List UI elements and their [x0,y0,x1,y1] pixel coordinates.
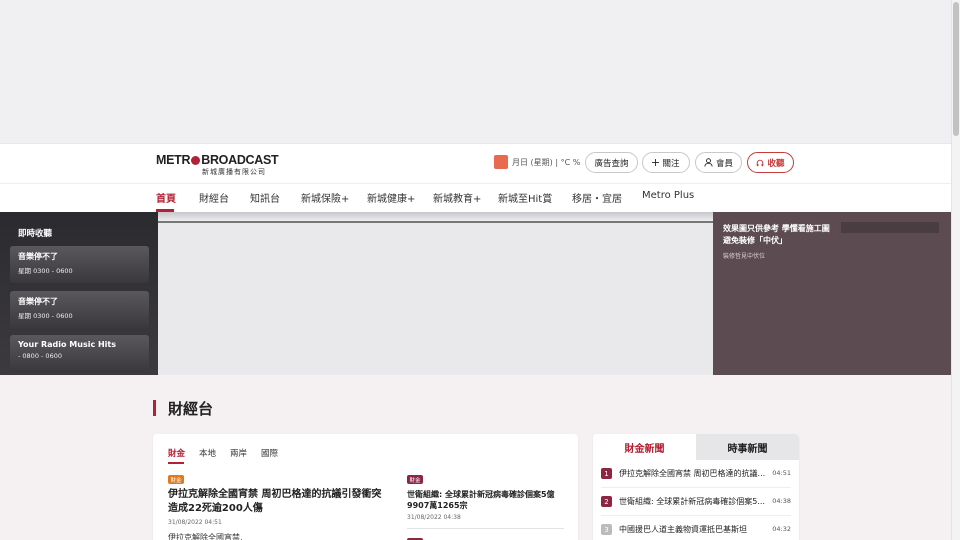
main-story-excerpt: 伊拉克解除全國宵禁, [168,533,243,540]
logo-o-icon [191,156,201,165]
program-title: 音樂停不了 [18,297,58,306]
ranking-item[interactable]: 3 中國援巴人道主義物資運抵巴基斯坦 04:32 [601,523,791,537]
nav-item-health[interactable]: 新城健康+ [367,190,415,205]
ad-banner-area [0,0,951,143]
tab-local[interactable]: 本地 [199,447,216,459]
page-scrollbar[interactable] [951,0,960,540]
ranking-time: 04:38 [772,497,791,505]
site-header: METR BROADCAST 新城廣播有限公司 月日 (星期) | °C % 廣告… [0,143,951,183]
category-tag: 財金 [407,475,423,484]
nav-item-hit[interactable]: 新城至Hit賞 [498,190,552,205]
follow-button[interactable]: 關注 [642,152,690,173]
metro-broadcast-logo[interactable]: METR BROADCAST 新城廣播有限公司 [156,153,279,177]
nav-item-home[interactable]: 首頁 [156,190,176,205]
live-radio-title: 即時收聽 [18,229,53,239]
program-time: 星期 0300 - 0600 [18,267,73,275]
featured-headline[interactable]: 效果圖只供參考 學懂看施工圖避免裝修「中伏」 [723,223,835,246]
main-story-date: 31/08/2022 04:51 [168,519,222,526]
section-accent-bar [153,400,156,416]
section-title: 財經台 [168,400,214,418]
headphones-icon [757,159,764,166]
hero-carousel-bar [158,212,713,223]
member-button[interactable]: 會員 [695,152,742,173]
second-story-title[interactable]: 世衛組織: 全球累計新冠病毒確診個案5億9907萬1265宗 [407,489,567,511]
featured-story-panel[interactable]: 效果圖只供參考 學懂看施工圖避免裝修「中伏」 裝修哲見中伏位 [713,212,951,375]
finance-section: 財經台 財金 本地 兩岸 國際 財金 伊拉克解除全國宵禁 周初巴格達的抗議引發衝… [0,375,951,540]
tab-finance[interactable]: 財金 [168,447,185,459]
tab-cross-strait[interactable]: 兩岸 [230,447,247,459]
rank-number: 1 [601,468,612,479]
main-story-title[interactable]: 伊拉克解除全國宵禁 周初巴格達的抗議引發衝突造成22死逾200人傷 [168,488,390,516]
nav-item-metro-plus[interactable]: Metro Plus [642,190,694,201]
ad-lookup-button[interactable]: 廣告查詢 [585,152,638,173]
featured-thumbnail[interactable] [841,222,939,233]
story-divider [407,528,564,529]
ranking-text: 中國援巴人道主義物資運抵巴基斯坦 [619,525,747,534]
ranking-item[interactable]: 1 伊拉克解除全國宵禁 周初巴格達的抗議... 04:51 [601,467,791,481]
tab-finance-news[interactable]: 財金新聞 [593,434,696,460]
nav-item-education[interactable]: 新城教育+ [433,190,481,205]
radio-program-card[interactable]: Your Radio Music Hits - 0800 - 0600 [10,335,149,372]
radio-program-card[interactable]: 音樂停不了 星期 0300 - 0600 [10,291,149,328]
category-tag: 財金 [168,475,184,484]
program-title: Your Radio Music Hits [18,340,116,349]
news-card: 財金 本地 兩岸 國際 財金 伊拉克解除全國宵禁 周初巴格達的抗議引發衝突造成2… [153,434,578,540]
rank-number: 3 [601,524,612,535]
ranking-text: 伊拉克解除全國宵禁 周初巴格達的抗議... [619,469,766,478]
main-nav: 首頁 財經台 知訊台 新城保險+ 新城健康+ 新城教育+ 新城至Hit賞 移居・… [0,183,951,212]
news-ranking-panel: 財金新聞 時事新聞 1 伊拉克解除全國宵禁 周初巴格達的抗議... 04:51 … [593,434,799,540]
weather-widget: 月日 (星期) | °C % [494,155,580,169]
scrollbar-thumb[interactable] [953,2,959,136]
live-radio-panel: 即時收聽 音樂停不了 星期 0300 - 0600 音樂停不了 星期 0300 … [0,212,158,375]
nav-item-migration[interactable]: 移居・宜居 [572,190,622,205]
nav-item-finance[interactable]: 財經台 [199,190,229,205]
ranking-time: 04:32 [772,525,791,533]
weather-icon [494,155,508,169]
ranking-text: 世衛組織: 全球累計新冠病毒確診個案5... [619,497,765,506]
nav-item-info[interactable]: 知訊台 [250,190,280,205]
program-title: 音樂停不了 [18,252,58,261]
second-story-date: 31/08/2022 04:38 [407,514,461,521]
tab-active-underline [168,462,184,464]
logo-subtitle: 新城廣播有限公司 [202,168,266,176]
nav-item-insurance[interactable]: 新城保險+ [301,190,349,205]
ranking-time: 04:51 [772,469,791,477]
program-time: 星期 0300 - 0600 [18,312,73,320]
featured-source: 裝修哲見中伏位 [723,253,766,260]
ranking-item[interactable]: 2 世衛組織: 全球累計新冠病毒確診個案5... 04:38 [601,495,791,509]
tab-current-news[interactable]: 時事新聞 [696,434,799,460]
rank-number: 2 [601,496,612,507]
hero-section: 即時收聽 音樂停不了 星期 0300 - 0600 音樂停不了 星期 0300 … [0,212,951,375]
ranking-separator [601,487,791,488]
tab-international[interactable]: 國際 [261,447,278,459]
user-icon [704,158,713,167]
listen-button[interactable]: 收聽 [747,152,794,173]
plus-icon [652,159,660,166]
radio-program-card[interactable]: 音樂停不了 星期 0300 - 0600 [10,246,149,283]
ranking-separator [601,515,791,516]
program-time: - 0800 - 0600 [18,352,62,360]
weather-text: 月日 (星期) | °C % [512,157,581,167]
